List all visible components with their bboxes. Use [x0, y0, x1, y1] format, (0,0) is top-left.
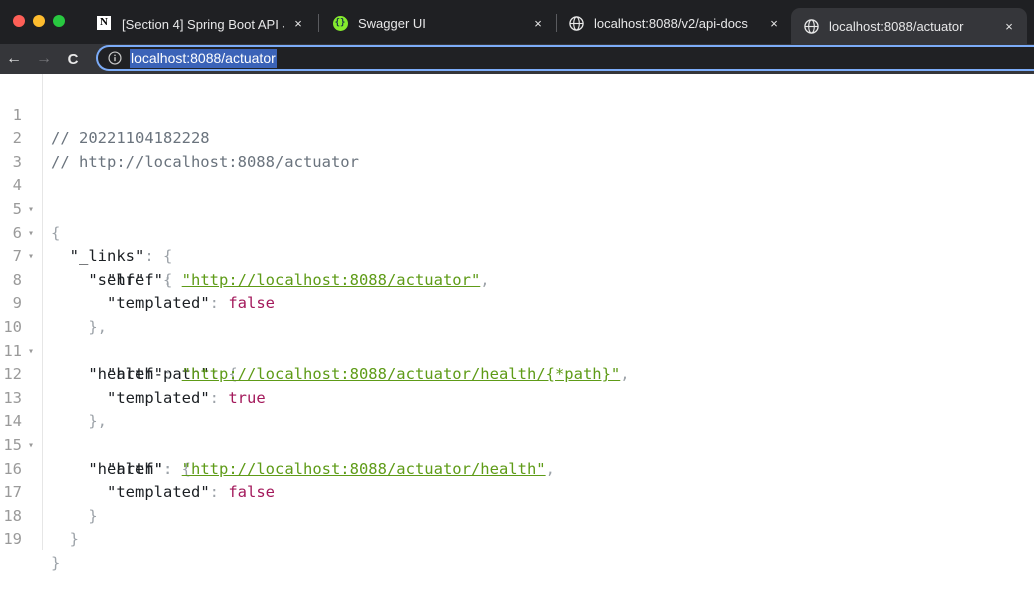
code-line: 6 ▾ "self": { [0, 198, 1034, 289]
back-button[interactable]: ← [3, 48, 25, 70]
code-line: 13 }, [0, 363, 1034, 431]
window-maximize-button[interactable] [53, 15, 65, 27]
tab-separator [318, 14, 319, 32]
url-text[interactable]: localhost:8088/actuator [130, 48, 277, 68]
reload-button[interactable]: C [62, 48, 84, 70]
code-line: 18 } [0, 481, 1034, 549]
line-number: 19 [3, 530, 22, 549]
code-line: 5 ▾ "_links": { [0, 174, 1034, 265]
tab-close-icon[interactable]: × [290, 15, 306, 31]
code-line: 7 "href": "http://localhost:8088/actuato… [0, 222, 1034, 289]
code-line: 16 "templated": false [0, 434, 1034, 502]
code-line: 2 // http://localhost:8088/actuator [0, 104, 1034, 171]
tab-title: localhost:8088/actuator [829, 18, 964, 34]
swagger-icon: {} [332, 15, 348, 31]
code-line: 1 // 20221104182228 [0, 80, 1034, 148]
json-viewer: 1 // 20221104182228 2 // http://localhos… [0, 74, 1034, 572]
globe-icon [568, 15, 584, 31]
tab-notion-section4[interactable]: N [Section 4] Spring Boot API 사용 × [84, 8, 316, 38]
tab-strip: N [Section 4] Spring Boot API 사용 × {} Sw… [0, 0, 1034, 44]
tab-close-icon[interactable]: × [766, 15, 782, 31]
code-line: 19 } [0, 505, 1034, 572]
tab-close-icon[interactable]: × [530, 15, 546, 31]
code-line: 14 ▾ "health": { [0, 387, 1034, 477]
code-line: 11 "href": "http://localhost:8088/actuat… [0, 316, 1034, 384]
browser-toolbar: ← → C localhost:8088/actuator [0, 44, 1034, 74]
tab-close-icon[interactable]: × [1001, 18, 1017, 34]
address-bar[interactable]: localhost:8088/actuator [96, 45, 1034, 71]
code-line: 3 [0, 127, 1034, 171]
forward-button[interactable]: → [33, 48, 55, 70]
window-minimize-button[interactable] [33, 15, 45, 27]
code-line: 10 ▾ "health-path": { [0, 292, 1034, 383]
code-line: 15 "href": "http://localhost:8088/actuat… [0, 410, 1034, 478]
code-line: 8 "templated": false [0, 245, 1034, 313]
tab-swagger-ui[interactable]: {} Swagger UI × [320, 8, 556, 38]
code-line: 9 }, [0, 269, 1034, 336]
code-line: 12 "templated": true [0, 340, 1034, 407]
window-close-button[interactable] [13, 15, 25, 27]
tab-actuator[interactable]: localhost:8088/actuator × [791, 8, 1027, 44]
notion-icon: N [96, 15, 112, 31]
tab-title: Swagger UI [358, 15, 426, 31]
tab-api-docs[interactable]: localhost:8088/v2/api-docs × [556, 8, 792, 38]
tab-title: localhost:8088/v2/api-docs [594, 15, 748, 31]
info-icon[interactable] [108, 51, 122, 65]
tab-title: [Section 4] Spring Boot API 사용 [122, 16, 284, 32]
code-line: 17 } [0, 458, 1034, 525]
globe-icon [803, 18, 819, 34]
code-line: 4 ▾ { [0, 151, 1034, 241]
